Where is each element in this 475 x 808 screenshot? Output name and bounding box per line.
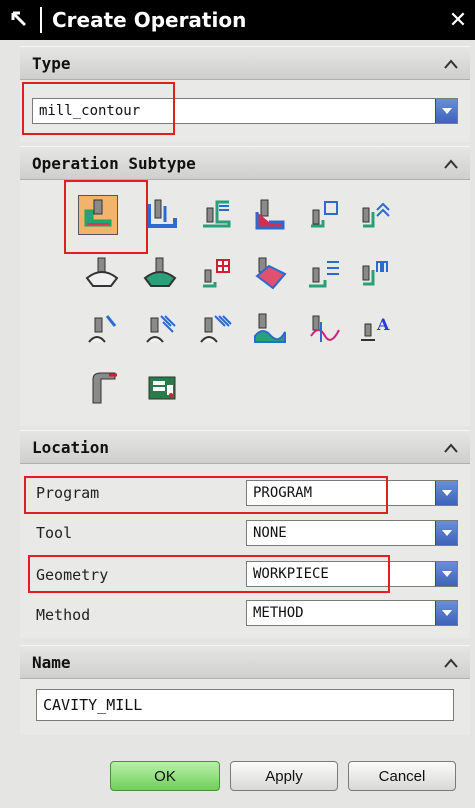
zlevel-profile-icon[interactable] — [304, 195, 344, 235]
subtype-header-label: Operation Subtype — [32, 153, 196, 173]
chevron-down-icon[interactable] — [435, 601, 457, 625]
apply-button[interactable]: Apply — [230, 761, 338, 791]
corner-rough-icon[interactable] — [196, 195, 236, 235]
subtype-highlight-box — [64, 180, 148, 254]
title-bar: Create Operation ✕ — [0, 0, 475, 40]
svg-text:A: A — [376, 315, 390, 334]
streamline-icon[interactable] — [250, 253, 290, 293]
name-section-header[interactable]: Name — [20, 645, 470, 679]
program-highlight-box — [24, 476, 388, 514]
collapse-icon[interactable] — [440, 652, 462, 674]
collapse-icon[interactable] — [440, 53, 462, 75]
mill-control-icon[interactable] — [84, 368, 124, 408]
chevron-down-icon[interactable] — [435, 99, 457, 123]
contour-area-icon[interactable] — [140, 253, 180, 293]
subtype-section-header[interactable]: Operation Subtype — [20, 146, 470, 180]
ok-button[interactable]: OK — [110, 761, 220, 791]
close-icon[interactable]: ✕ — [441, 0, 475, 40]
contour-area-non-steep-icon[interactable] — [304, 253, 344, 293]
tool-dropdown[interactable]: NONE — [246, 520, 458, 546]
flowcut-multiple-icon[interactable] — [140, 309, 180, 349]
solid-profile-3d-icon[interactable] — [250, 309, 290, 349]
location-section-header[interactable]: Location — [20, 430, 470, 464]
mill-user-icon[interactable] — [142, 368, 182, 408]
title-separator — [40, 7, 42, 33]
chevron-down-icon[interactable] — [435, 481, 457, 505]
fixed-contour-icon[interactable] — [82, 253, 122, 293]
contour-text-icon[interactable]: A — [356, 309, 396, 349]
tool-label: Tool — [36, 524, 73, 542]
method-label: Method — [36, 606, 91, 624]
method-dropdown[interactable]: METHOD — [246, 600, 458, 626]
name-input[interactable]: CAVITY_MILL — [36, 689, 454, 721]
contour-area-dir-steep-icon[interactable] — [356, 253, 396, 293]
chevron-down-icon[interactable] — [435, 521, 457, 545]
window-title: Create Operation — [52, 8, 247, 32]
tool-dropdown-value: NONE — [253, 525, 287, 541]
type-header-label: Type — [32, 53, 71, 73]
flowcut-ref-tool-icon[interactable] — [196, 309, 236, 349]
contour-profile-icon[interactable] — [304, 309, 344, 349]
cancel-button[interactable]: Cancel — [348, 761, 456, 791]
collapse-icon[interactable] — [440, 153, 462, 175]
name-header-label: Name — [32, 652, 71, 672]
location-header-label: Location — [32, 437, 110, 457]
rest-milling-icon[interactable] — [250, 195, 290, 235]
method-dropdown-value: METHOD — [253, 605, 304, 621]
chevron-down-icon[interactable] — [435, 562, 457, 586]
type-section-header[interactable]: Type — [20, 46, 470, 80]
plunge-milling-icon[interactable] — [142, 195, 182, 235]
flowcut-single-icon[interactable] — [82, 309, 122, 349]
type-highlight-box — [22, 82, 175, 135]
name-input-value: CAVITY_MILL — [43, 696, 143, 714]
zlevel-corner-icon[interactable] — [356, 195, 396, 235]
contour-surface-area-icon[interactable] — [196, 253, 236, 293]
collapse-icon[interactable] — [440, 437, 462, 459]
app-icon — [0, 0, 40, 40]
geometry-highlight-box — [28, 555, 390, 593]
